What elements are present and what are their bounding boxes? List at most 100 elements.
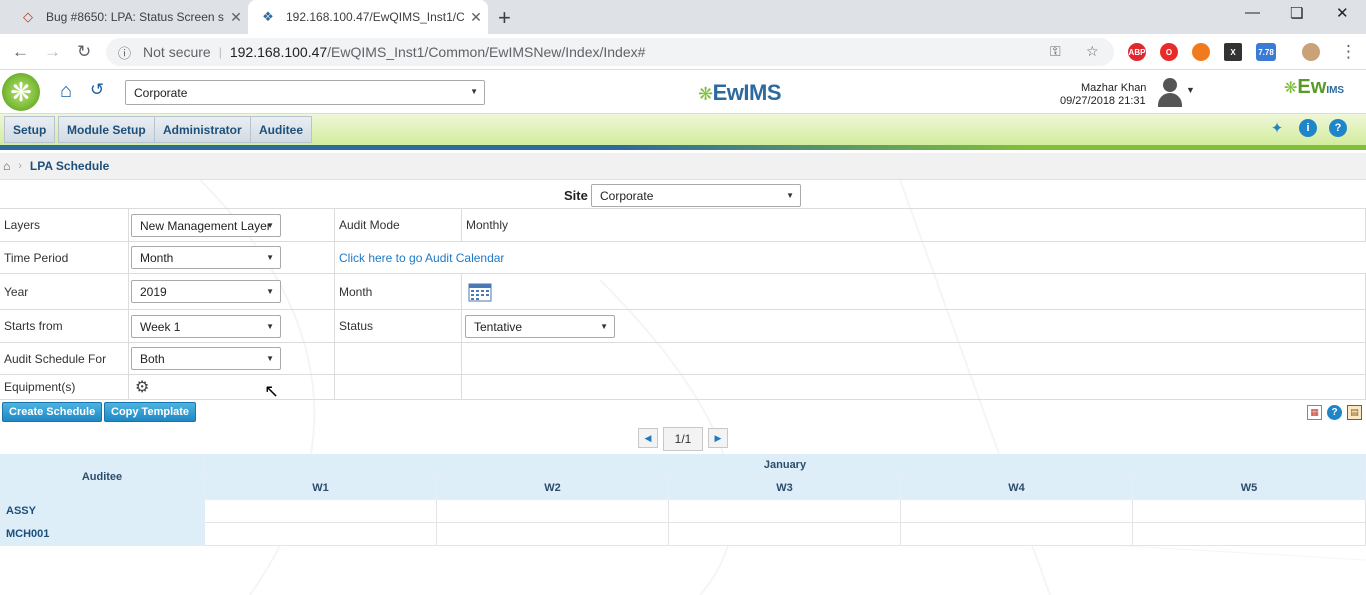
profile-icon[interactable] — [1302, 43, 1320, 61]
info-icon[interactable]: i — [1299, 119, 1317, 137]
tab-title: Bug #8650: LPA: Status Screen sh — [46, 10, 224, 24]
week-header: W1 — [205, 477, 437, 500]
new-tab-icon[interactable]: + — [498, 5, 511, 31]
breadcrumb-home-icon[interactable]: ⌂ — [3, 159, 10, 173]
mouse-cursor-icon: ↖ — [264, 381, 280, 401]
equipment-label: Equipment(s) — [0, 375, 129, 399]
key-extension-icon[interactable] — [1192, 43, 1210, 61]
schedule-cell[interactable] — [669, 523, 901, 546]
menu-auditee[interactable]: Auditee — [250, 116, 313, 143]
schedule-cell[interactable] — [901, 500, 1133, 523]
time-period-select[interactable]: Month ▼ — [131, 246, 281, 269]
form-row-layers: Layers New Management Layer ▼ Audit Mode… — [0, 208, 1366, 241]
security-label: Not secure — [143, 44, 211, 60]
create-schedule-button[interactable]: Create Schedule — [2, 402, 103, 422]
help-icon[interactable]: ? — [1329, 119, 1347, 137]
adblock-icon[interactable]: ABP — [1128, 43, 1146, 61]
starts-from-label: Starts from — [0, 310, 129, 342]
year-label: Year — [0, 274, 129, 309]
starts-from-select[interactable]: Week 1 ▼ — [131, 314, 281, 338]
form-row-year: Year 2019 ▼ Month — [0, 273, 1366, 309]
refresh-icon[interactable]: ↺ — [90, 80, 104, 100]
brand-star-icon: ❋ — [698, 84, 713, 104]
opera-icon[interactable]: O — [1160, 43, 1178, 61]
week-header: W4 — [901, 477, 1133, 500]
auditee-header: Auditee — [0, 454, 205, 500]
minimize-icon[interactable]: — — [1245, 4, 1260, 21]
schedule-cell[interactable] — [669, 500, 901, 523]
pin-icon[interactable]: ✦ — [1268, 119, 1286, 137]
menu-module-setup[interactable]: Module Setup — [58, 116, 155, 143]
calendar-view-icon[interactable]: ▦ — [1307, 405, 1322, 420]
user-menu-chevron-icon[interactable]: ▼ — [1186, 85, 1195, 95]
login-datetime: 09/27/2018 21:31 — [1060, 95, 1146, 107]
corporate-select[interactable]: Corporate ▼ — [125, 80, 485, 105]
url-host: 192.168.100.47 — [229, 44, 328, 60]
schedule-cell[interactable] — [1133, 523, 1366, 546]
close-tab-icon[interactable]: ✕ — [464, 9, 488, 26]
info-icon[interactable]: ⓘ — [118, 43, 131, 62]
year-select[interactable]: 2019 ▼ — [131, 280, 281, 303]
schedule-cell[interactable] — [1133, 500, 1366, 523]
form-row-time-period: Time Period Month ▼ Click here to go Aud… — [0, 241, 1366, 273]
status-select[interactable]: Tentative ▼ — [465, 314, 615, 338]
month-label: Month — [335, 274, 462, 309]
audit-calendar-link[interactable]: Click here to go Audit Calendar — [339, 251, 504, 265]
next-page-button[interactable]: ▶ — [708, 428, 728, 448]
layers-select[interactable]: New Management Layer ▼ — [131, 213, 281, 237]
week-header: W5 — [1133, 477, 1366, 500]
browser-tab-2[interactable]: ❖ 192.168.100.47/EwQIMS_Inst1/Co ✕ — [248, 0, 488, 34]
schedule-cell[interactable] — [437, 523, 669, 546]
close-tab-icon[interactable]: ✕ — [224, 9, 248, 26]
schedule-cell[interactable] — [205, 523, 437, 546]
schedule-cell[interactable] — [437, 500, 669, 523]
chevron-down-icon: ▼ — [266, 321, 274, 331]
app-logo-icon[interactable]: ❋ — [2, 73, 40, 111]
star-icon[interactable]: ☆ — [1086, 43, 1099, 60]
copy-template-button[interactable]: Copy Template — [104, 402, 197, 422]
site-select[interactable]: Corporate ▼ — [591, 184, 801, 207]
audit-mode-label: Audit Mode — [335, 209, 462, 241]
restore-icon[interactable]: ❏ — [1290, 4, 1303, 22]
prev-page-button[interactable]: ◀ — [638, 428, 658, 448]
schedule-for-select[interactable]: Both ▼ — [131, 347, 281, 370]
form-row-schedule-for: Audit Schedule For Both ▼ — [0, 342, 1366, 374]
main-menu: Setup Module Setup Administrator Auditee… — [0, 114, 1366, 145]
menu-administrator[interactable]: Administrator — [154, 116, 251, 143]
chevron-down-icon: ▼ — [266, 220, 274, 230]
speed-icon[interactable]: 7.78 — [1256, 43, 1276, 61]
chevron-down-icon: ▼ — [786, 191, 794, 200]
back-icon[interactable]: ← — [12, 42, 29, 62]
layers-label: Layers — [0, 209, 129, 241]
avatar[interactable] — [1155, 76, 1185, 108]
schedule-cell[interactable] — [205, 500, 437, 523]
gear-icon[interactable]: ⚙ — [135, 377, 149, 397]
breadcrumb: ⌂ › LPA Schedule — [0, 153, 1366, 180]
reload-icon[interactable]: ↻ — [77, 42, 91, 62]
omnibox[interactable]: ⓘ Not secure | 192.168.100.47 /EwQIMS_In… — [106, 38, 1114, 66]
brand-right-logo: ❋EwIMS — [1284, 76, 1345, 98]
ewims-icon: ❖ — [262, 9, 274, 24]
columns-icon[interactable]: ▤ — [1347, 405, 1362, 420]
brand-logo: ❋EwIMS — [698, 80, 782, 105]
url-path: /EwQIMS_Inst1/Common/EwIMSNew/Index/Inde… — [327, 44, 646, 60]
menu-setup[interactable]: Setup — [4, 116, 56, 143]
key-icon[interactable]: ⚿ — [1050, 43, 1061, 60]
app-header: ❋ ⌂ ↺ Corporate ▼ ❋EwIMS Mazhar Khan 09/… — [0, 70, 1366, 114]
tab-title: 192.168.100.47/EwQIMS_Inst1/Co — [286, 10, 464, 24]
x-icon[interactable]: X — [1224, 43, 1242, 61]
schedule-cell[interactable] — [901, 523, 1133, 546]
chevron-down-icon: ▼ — [600, 321, 608, 331]
menu-divider — [0, 145, 1366, 150]
browser-tab-1[interactable]: ◇ Bug #8650: LPA: Status Screen sh ✕ — [8, 0, 248, 34]
form-row-starts: Starts from Week 1 ▼ Status Tentative ▼ — [0, 309, 1366, 342]
chevron-down-icon: ▼ — [266, 354, 274, 363]
home-icon[interactable]: ⌂ — [60, 80, 72, 103]
help-icon[interactable]: ? — [1327, 405, 1342, 420]
calendar-icon[interactable] — [468, 282, 492, 302]
close-window-icon[interactable]: ✕ — [1336, 4, 1349, 22]
forward-icon[interactable]: → — [44, 42, 61, 62]
redmine-icon: ◇ — [23, 9, 33, 24]
menu-icon[interactable]: ⋮ — [1340, 42, 1357, 62]
week-header: W3 — [669, 477, 901, 500]
